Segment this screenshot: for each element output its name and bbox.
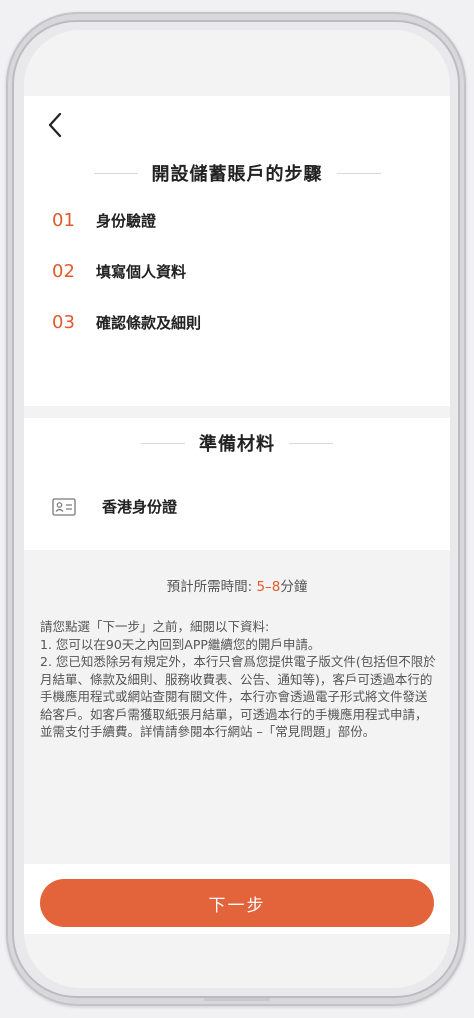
notice-point: 1. 您可以在90天之內回到APP繼續您的開戶申請。	[40, 636, 321, 652]
divider	[141, 442, 185, 444]
divider	[289, 442, 333, 444]
step-item: 03 確認條款及細則	[52, 312, 201, 333]
material-label: 香港身份證	[102, 498, 178, 516]
step-number: 03	[52, 312, 75, 333]
nav-bar	[24, 96, 450, 156]
next-step-button[interactable]: 下一步	[40, 879, 434, 927]
steps-title-row: 開設儲蓄賬戶的步驟	[24, 160, 450, 186]
back-button[interactable]	[40, 110, 70, 140]
step-item: 02 填寫個人資料	[52, 261, 186, 282]
step-item: 01 身份驗證	[52, 210, 156, 231]
step-number: 01	[52, 210, 75, 231]
notice-intro: 請您點選「下一步」之前，細閱以下資料:	[40, 619, 270, 634]
divider	[93, 172, 138, 174]
estimated-time: 預計所需時間: 5–8分鐘	[24, 575, 450, 595]
step-label: 確認條款及細則	[96, 314, 202, 332]
id-card-icon	[52, 497, 76, 516]
material-item: 香港身份證	[52, 496, 177, 517]
step-label: 填寫個人資料	[96, 263, 187, 281]
notice-point: 2. 您已知悉除另有規定外，本行只會爲您提供電子版文件(包括但不限於月結單、條款…	[40, 654, 436, 739]
home-indicator	[204, 998, 270, 1001]
steps-section: 開設儲蓄賬戶的步驟 01 身份驗證 02 填寫個人資料 03 確認條款及細則	[24, 156, 450, 406]
chevron-left-icon	[48, 112, 62, 138]
status-bar	[24, 30, 450, 96]
app-screen: 開設儲蓄賬戶的步驟 01 身份驗證 02 填寫個人資料 03 確認條款及細則 準…	[24, 30, 450, 988]
step-label: 身份驗證	[96, 212, 157, 230]
time-unit: 分鐘	[280, 579, 308, 595]
steps-title: 開設儲蓄賬戶的步驟	[151, 164, 323, 185]
notice-text: 請您點選「下一步」之前，細閱以下資料: 1. 您可以在90天之內回到APP繼續您…	[40, 618, 436, 741]
materials-title-row: 準備材料	[24, 430, 450, 456]
time-label: 預計所需時間:	[166, 579, 253, 595]
materials-section: 準備材料 香港身份證	[24, 418, 450, 550]
step-number: 02	[52, 261, 75, 282]
time-range: 5–8	[256, 579, 281, 595]
bottom-action-bar: 下一步	[24, 864, 450, 934]
divider	[336, 172, 381, 174]
materials-title: 準備材料	[199, 434, 275, 455]
